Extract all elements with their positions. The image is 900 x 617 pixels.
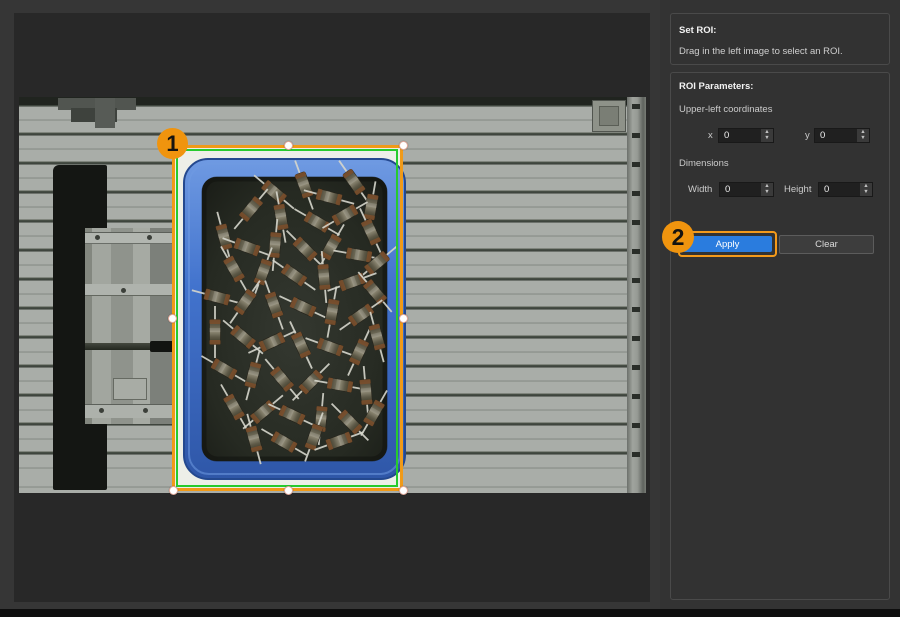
roi-parameters-title: ROI Parameters: [679, 81, 753, 92]
width-spinner[interactable]: ▲ ▼ [761, 183, 773, 196]
set-roi-title: Set ROI: [679, 25, 716, 36]
width-spinbox: ▲ ▼ [719, 182, 774, 197]
upper-left-coordinates-label: Upper-left coordinates [679, 104, 772, 115]
spinner-down-icon[interactable]: ▼ [860, 136, 865, 142]
roi-handle-bottom-left[interactable] [169, 486, 178, 495]
set-roi-description: Drag in the left image to select an ROI. [679, 46, 843, 57]
height-spinner[interactable]: ▲ ▼ [860, 183, 872, 196]
settings-panel: Set ROI: Drag in the left image to selec… [660, 0, 900, 609]
spinner-down-icon[interactable]: ▼ [764, 190, 769, 196]
height-input[interactable] [819, 183, 860, 196]
roi-handle-top-center[interactable] [284, 141, 293, 150]
roi-settings-window: 1 Set ROI: Drag in the left image to sel… [0, 0, 900, 617]
x-spinbox: ▲ ▼ [718, 128, 774, 143]
x-spinner[interactable]: ▲ ▼ [761, 129, 773, 142]
apply-button[interactable]: Apply [683, 236, 772, 252]
height-label: Height [784, 184, 811, 195]
width-label: Width [688, 184, 712, 195]
y-spinner[interactable]: ▲ ▼ [857, 129, 869, 142]
height-spinbox: ▲ ▼ [818, 182, 873, 197]
y-label: y [805, 130, 810, 141]
roi-handle-top-right[interactable] [399, 141, 408, 150]
spinner-down-icon[interactable]: ▼ [863, 190, 868, 196]
annotation-step-1-badge: 1 [157, 128, 188, 159]
roi-handle-bottom-right[interactable] [399, 486, 408, 495]
clear-button[interactable]: Clear [779, 235, 874, 254]
roi-handle-mid-right[interactable] [399, 314, 408, 323]
image-viewport[interactable]: 1 [14, 13, 650, 602]
width-input[interactable] [720, 183, 761, 196]
x-label: x [708, 130, 713, 141]
annotation-step-2-badge: 2 [662, 221, 694, 253]
y-input[interactable] [815, 129, 857, 142]
y-spinbox: ▲ ▼ [814, 128, 870, 143]
x-input[interactable] [719, 129, 761, 142]
roi-handle-mid-left[interactable] [168, 314, 177, 323]
spinner-down-icon[interactable]: ▼ [764, 136, 769, 142]
roi-handle-bottom-center[interactable] [284, 486, 293, 495]
roi-inner-rect [176, 149, 398, 487]
set-roi-section: Set ROI: Drag in the left image to selec… [670, 13, 890, 65]
roi-parameters-section: ROI Parameters: Upper-left coordinates x… [670, 72, 890, 600]
bottom-bar [0, 609, 900, 617]
dimensions-label: Dimensions [679, 158, 729, 169]
